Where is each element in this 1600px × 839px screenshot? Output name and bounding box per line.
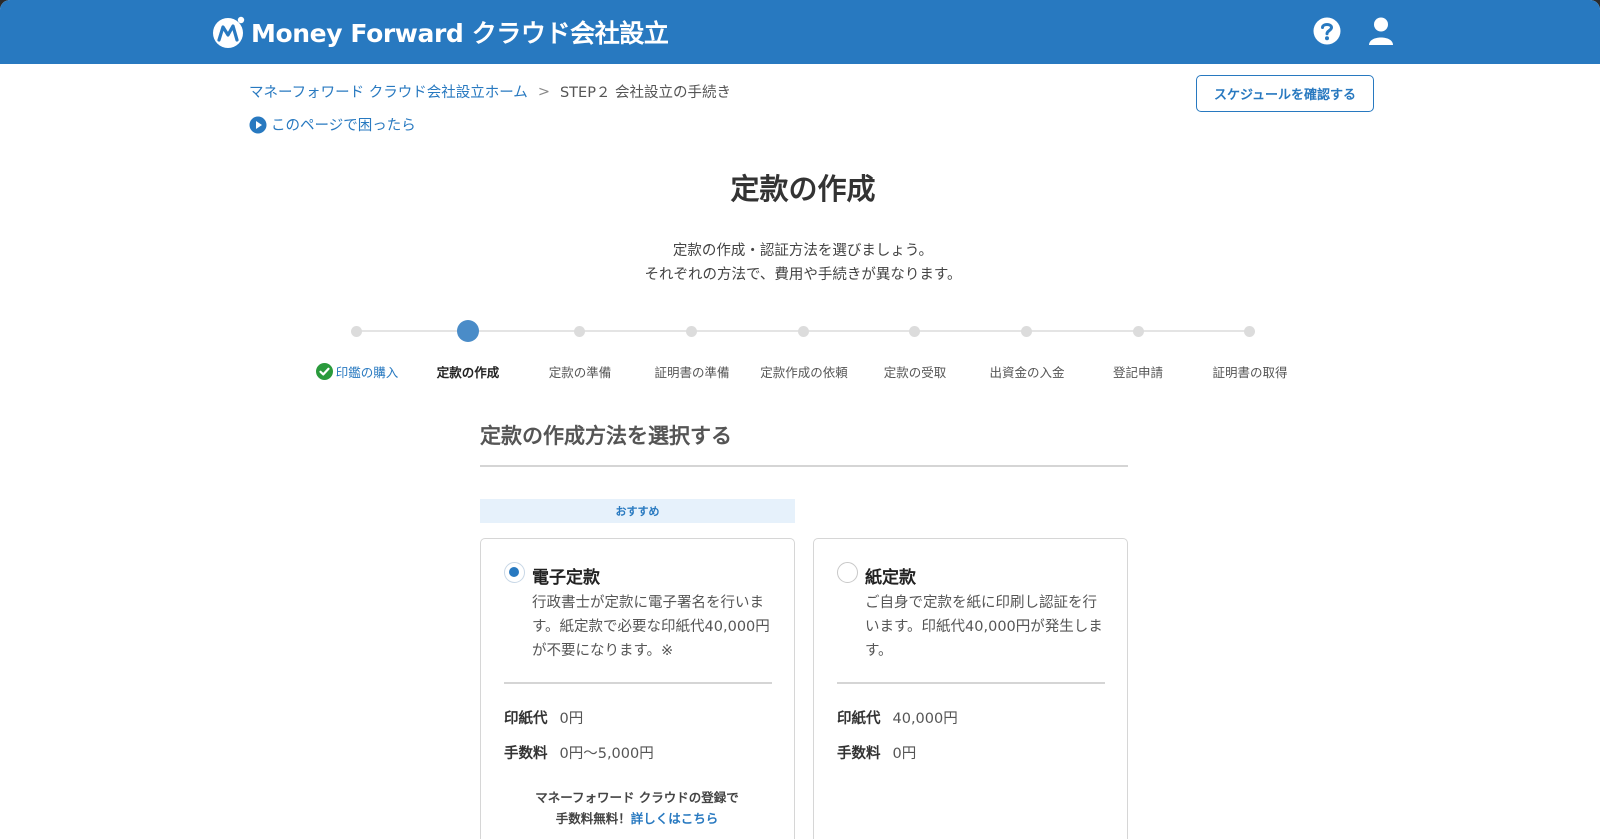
- option-description: 行政書士が定款に電子署名を行います。紙定款で必要な印紙代40,000円が不要にな…: [532, 595, 770, 659]
- option-card-electronic[interactable]: 電子定款 行政書士が定款に電子署名を行います。紙定款で必要な印紙代40,000円…: [480, 538, 795, 839]
- service-fee-value: 0円: [892, 746, 917, 762]
- lead-text: 定款の作成・認証方法を選びましょう。 それぞれの方法で、費用や手続きが異なります…: [0, 239, 1600, 287]
- money-forward-logo-icon: [213, 16, 245, 48]
- step-dot-3: [574, 326, 585, 337]
- free-fee-note: マネーフォワード クラウドの登録で 手数料無料！詳しくはこちら: [481, 787, 793, 829]
- breadcrumb-current: STEP２ 会社設立の手続き: [559, 85, 732, 101]
- step-dot-6: [909, 326, 920, 337]
- lead-line-1: 定款の作成・認証方法を選びましょう。: [672, 243, 934, 259]
- step-dot-7: [1021, 326, 1032, 337]
- note-line-2: 手数料無料！: [555, 811, 631, 826]
- page-title: 定款の作成: [730, 172, 876, 206]
- help-link-label: このページで困ったら: [271, 118, 416, 134]
- step-dot-8: [1133, 326, 1144, 337]
- step-dot-1: [351, 326, 362, 337]
- recommend-badge: おすすめ: [480, 499, 795, 523]
- stamp-fee-label: 印紙代: [504, 711, 548, 727]
- breadcrumb-separator: >: [537, 83, 550, 100]
- section-title: 定款の作成方法を選択する: [480, 424, 732, 448]
- brand-name: Money Forward: [251, 19, 464, 48]
- stamp-fee-value: 40,000円: [892, 711, 958, 727]
- step-dot-4: [686, 326, 697, 337]
- step-dot-9: [1244, 326, 1255, 337]
- play-circle-icon: [249, 116, 267, 133]
- stamp-fee-row: 印紙代 0円: [504, 707, 583, 728]
- option-title: 電子定款: [532, 568, 600, 588]
- note-line-1: マネーフォワード クラウドの登録で: [535, 790, 739, 805]
- stamp-fee-row: 印紙代 40,000円: [837, 707, 958, 728]
- card-divider: [504, 682, 772, 684]
- check-circle-icon: [315, 363, 333, 380]
- help-icon[interactable]: [1312, 16, 1342, 46]
- radio-electronic[interactable]: [504, 562, 525, 583]
- top-header: Money Forward クラウド会社設立: [0, 0, 1600, 64]
- service-fee-label: 手数料: [504, 746, 548, 762]
- brand-logo[interactable]: Money Forward クラウド会社設立: [212, 14, 669, 50]
- user-account-icon[interactable]: [1366, 16, 1396, 46]
- option-card-paper[interactable]: 紙定款 ご自身で定款を紙に印刷し認証を行います。印紙代40,000円が発生します…: [813, 538, 1128, 839]
- stamp-fee-value: 0円: [559, 711, 584, 727]
- step-dot-5: [798, 326, 809, 337]
- option-description: ご自身で定款を紙に印刷し認証を行います。印紙代40,000円が発生します。: [865, 595, 1103, 659]
- app-window: Money Forward クラウド会社設立 マネーフォワード クラウド会社設立…: [0, 0, 1600, 839]
- check-schedule-button[interactable]: スケジュールを確認する: [1196, 75, 1374, 112]
- product-name: クラウド会社設立: [471, 19, 669, 48]
- service-fee-label: 手数料: [837, 746, 881, 762]
- help-page-link[interactable]: このページで困ったら: [249, 114, 416, 135]
- breadcrumb-home-link[interactable]: マネーフォワード クラウド会社設立ホーム: [249, 81, 528, 102]
- step-label-9: 証明書の取得: [1212, 365, 1288, 380]
- progress-stepper: 印鑑の購入 定款の作成 定款の準備 証明書の準備 定款作成の依頼 定款の受取 出…: [0, 318, 1600, 388]
- service-fee-value: 0円〜5,000円: [559, 746, 654, 762]
- radio-paper[interactable]: [837, 562, 858, 583]
- service-fee-row: 手数料 0円〜5,000円: [504, 742, 654, 763]
- details-link[interactable]: 詳しくはこちら: [631, 811, 719, 826]
- stamp-fee-label: 印紙代: [837, 711, 881, 727]
- service-fee-row: 手数料 0円: [837, 742, 916, 763]
- section-divider: [480, 465, 1128, 467]
- card-divider: [837, 682, 1105, 684]
- step-dot-2-current: [457, 320, 479, 342]
- lead-line-2: それぞれの方法で、費用や手続きが異なります。: [644, 267, 962, 283]
- breadcrumb: マネーフォワード クラウド会社設立ホーム > STEP２ 会社設立の手続き: [249, 81, 731, 102]
- option-title: 紙定款: [865, 568, 916, 588]
